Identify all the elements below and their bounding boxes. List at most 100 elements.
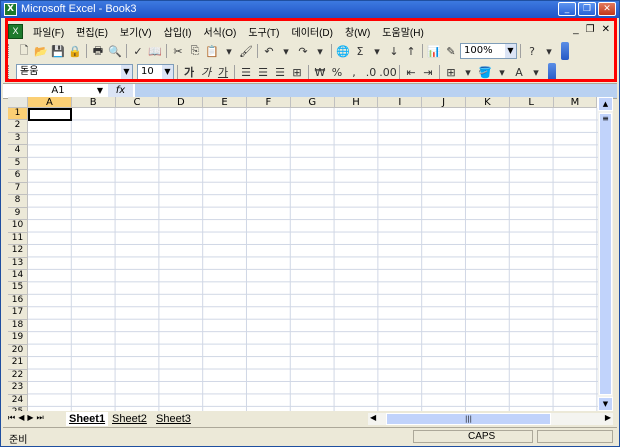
row-header[interactable]: 7 [8,182,28,196]
row-header[interactable]: 3 [8,132,28,146]
name-box[interactable]: A1 ▼ [11,84,105,98]
borders-dropdown-icon[interactable]: ▾ [460,64,476,80]
autosum-dropdown-icon[interactable]: ▾ [369,43,385,59]
toolbar-options-icon[interactable] [548,63,556,81]
select-all-corner[interactable] [8,97,28,108]
align-left-icon[interactable]: ☰ [238,64,254,80]
column-header[interactable]: A [28,97,72,108]
percent-icon[interactable]: % [329,64,345,80]
chevron-down-icon[interactable]: ▼ [505,44,516,58]
row-header[interactable]: 23 [8,382,28,395]
underline-button[interactable]: 가 [215,64,231,80]
scroll-right-icon[interactable]: ▶ [605,413,611,422]
minimize-button[interactable]: _ [558,2,576,16]
row-header[interactable]: 15 [8,282,28,295]
row-header[interactable]: 13 [8,257,28,270]
row-header[interactable]: 16 [8,294,28,308]
row-header[interactable]: 18 [8,319,28,333]
fill-color-icon[interactable]: 🪣 [477,64,493,80]
increase-decimal-icon[interactable]: .0 [363,64,379,80]
title-bar[interactable]: X Microsoft Excel - Book3 _ ❐ ✕ [1,1,619,18]
borders-icon[interactable]: ⊞ [443,64,459,80]
mdi-restore-button[interactable]: ❐ [586,24,595,35]
prev-sheet-icon[interactable]: ◀ [18,413,24,423]
font-combo[interactable]: 돋움 ▼ [16,64,133,80]
sheet-tab-sheet2[interactable]: Sheet2 [112,412,147,426]
help-icon[interactable]: ? [524,43,540,59]
row-header[interactable]: 17 [8,307,28,320]
column-header[interactable]: C [115,97,160,108]
row-header[interactable]: 12 [8,245,28,258]
menu-data[interactable]: 데이터(D) [292,24,333,39]
scroll-thumb[interactable]: ≡ [599,113,612,395]
research-icon[interactable]: 📖 [147,43,163,59]
zoom-combo[interactable]: 100% ▼ [460,43,517,59]
align-right-icon[interactable]: ☰ [272,64,288,80]
undo-icon[interactable]: ↶ [261,43,277,59]
row-header[interactable]: 21 [8,357,28,370]
column-header[interactable]: G [290,97,335,108]
format-painter-icon[interactable]: 🖌 [238,43,254,59]
print-icon[interactable]: 🖶 [90,43,106,59]
save-icon[interactable]: 💾 [50,43,66,59]
last-sheet-icon[interactable]: ⏭ [37,413,44,423]
italic-button[interactable]: 가 [198,64,214,80]
undo-dropdown-icon[interactable]: ▾ [278,43,294,59]
row-header[interactable]: 10 [8,220,28,233]
vertical-scrollbar[interactable]: ▲ ≡ ▼ [598,97,613,411]
drawing-icon[interactable]: ✎ [443,43,459,59]
comma-icon[interactable]: , [346,64,362,80]
excel-app-icon[interactable]: X [4,3,17,16]
toolbar-grip[interactable] [8,65,12,79]
sort-ascending-icon[interactable]: ↓ [386,43,402,59]
horizontal-scrollbar[interactable]: ◀ ||| ▶ [368,413,613,425]
decrease-indent-icon[interactable]: ⇤ [403,64,419,80]
menu-insert[interactable]: 삽입(I) [164,24,192,39]
scroll-up-icon[interactable]: ▲ [598,97,613,111]
paste-icon[interactable]: 📋 [204,43,220,59]
column-header[interactable]: D [159,97,204,108]
row-header[interactable]: 22 [8,369,28,383]
menu-format[interactable]: 서식(O) [203,24,236,39]
row-header[interactable]: 6 [8,170,28,183]
next-sheet-icon[interactable]: ▶ [27,413,33,423]
copy-icon[interactable]: ⎘ [187,43,203,59]
scroll-down-icon[interactable]: ▼ [598,397,613,411]
column-header[interactable]: L [509,97,554,108]
chart-wizard-icon[interactable]: 📊 [426,43,442,59]
column-header[interactable]: F [247,97,291,108]
merge-center-icon[interactable]: ⊞ [289,64,305,80]
column-header[interactable]: I [378,97,423,108]
scroll-left-icon[interactable]: ◀ [370,413,376,422]
row-header[interactable]: 20 [8,344,28,358]
column-header[interactable]: H [334,97,379,108]
toolbar-grip[interactable] [8,44,12,58]
help-dropdown-icon[interactable]: ▾ [541,43,557,59]
mdi-close-button[interactable]: ✕ [602,24,610,35]
redo-dropdown-icon[interactable]: ▾ [312,43,328,59]
column-header[interactable]: E [203,97,247,108]
bold-button[interactable]: 가 [181,64,197,80]
row-header[interactable]: 5 [8,157,28,171]
align-center-icon[interactable]: ☰ [255,64,271,80]
menu-view[interactable]: 보기(V) [120,24,152,39]
new-icon[interactable]: 🗋 [16,43,32,59]
chevron-down-icon[interactable]: ▼ [162,65,173,79]
row-header[interactable]: 1 [8,108,28,121]
column-header[interactable]: K [466,97,510,108]
worksheet-grid[interactable]: A B C D E F G H I J K L M 1 2 3 4 5 6 7 8 9 10 11 12 13 14 15 16 17 18… [8,97,598,411]
open-icon[interactable]: 📂 [33,43,49,59]
toolbar-options-icon[interactable] [561,42,569,60]
redo-icon[interactable]: ↷ [295,43,311,59]
sort-descending-icon[interactable]: ↑ [403,43,419,59]
restore-button[interactable]: ❐ [578,2,596,16]
mdi-minimize-button[interactable]: _ [573,24,579,35]
active-cell[interactable] [28,108,72,121]
fill-color-dropdown-icon[interactable]: ▾ [494,64,510,80]
permission-icon[interactable]: 🔒 [67,43,83,59]
menu-file[interactable]: 파일(F) [33,24,64,39]
formula-input[interactable] [135,84,617,98]
font-color-dropdown-icon[interactable]: ▾ [528,64,544,80]
first-sheet-icon[interactable]: ⏮ [8,413,15,423]
font-color-icon[interactable]: A [511,64,527,80]
